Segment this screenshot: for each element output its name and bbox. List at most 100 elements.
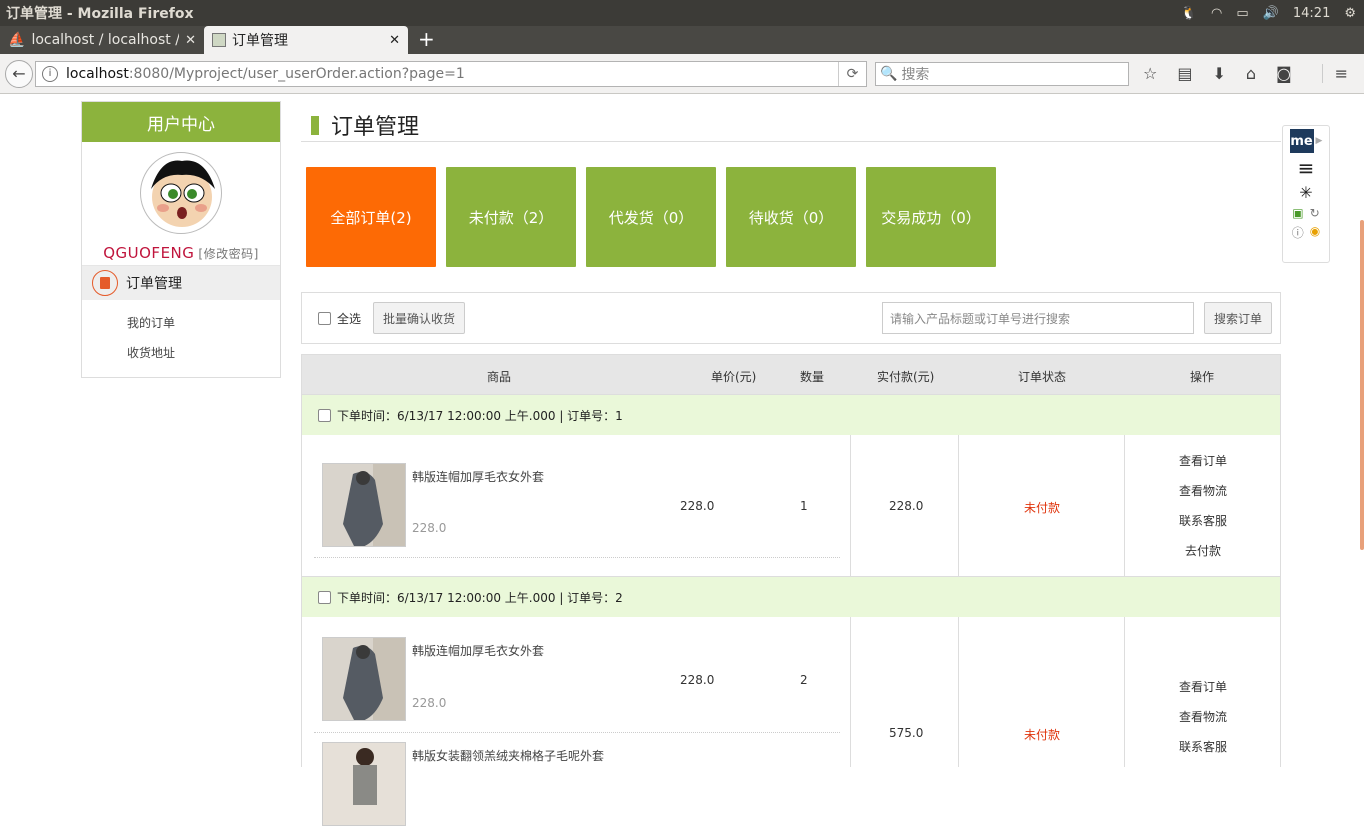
sidebar-section-label: 订单管理 [126,276,182,292]
col-quantity: 数量 [800,370,825,384]
product-name[interactable]: 韩版连帽加厚毛衣女外套 [412,642,544,659]
navigation-toolbar: ← i localhost:8080/Myproject/user_userOr… [0,54,1364,94]
tab-bar: ⛵ localhost / localhost / ✕ 订单管理 ✕ + [0,26,1364,54]
product-name[interactable]: 韩版女装翻领羔绒夹棉格子毛呢外套 [412,747,604,764]
close-tab-icon[interactable]: ✕ [185,33,196,48]
view-order-link[interactable]: 查看订单 [1125,672,1281,702]
os-title-bar: 订单管理 - Mozilla Firefox 🐧 ◠ ▭ 🔊 14:21 ⚙ [0,0,1364,26]
me-extension-icon[interactable]: me [1289,129,1314,153]
contact-service-link[interactable]: 联系客服 [1125,732,1281,762]
reload-icon[interactable]: ⟳ [838,61,866,86]
tab-completed[interactable]: 交易成功（0） [866,167,996,267]
view-logistics-link[interactable]: 查看物流 [1125,702,1281,732]
sidebar-section-orders[interactable]: 订单管理 [82,265,280,300]
paid-amount: 575.0 [889,726,924,740]
download-icon[interactable]: ⬇ [1212,64,1225,83]
refresh-icon[interactable]: ↻ [1310,206,1320,220]
cast-icon[interactable]: ▣ [1292,206,1303,220]
search-placeholder: 搜索 [901,66,930,83]
col-actions: 操作 [1190,370,1215,384]
expand-arrow-icon[interactable]: ▶ [1316,136,1323,146]
title-accent-bar [311,115,319,135]
browser-search-input[interactable]: 🔍 搜索 [875,61,1129,86]
toolbar-icons: ☆ ▤ ⬇ ⌂ ◙ ≡ [1143,64,1348,83]
contact-service-link[interactable]: 联系客服 [1125,506,1281,536]
url-path: :8080/Myproject/user_userOrder.action?pa… [128,65,465,82]
tab-all-orders[interactable]: 全部订单(2) [306,167,436,267]
home-icon[interactable]: ⌂ [1246,64,1256,83]
pocket-icon[interactable]: ◙ [1276,64,1292,83]
product-price: 228.0 [412,521,447,535]
order-checkbox[interactable] [318,590,331,604]
product-name[interactable]: 韩版连帽加厚毛衣女外套 [412,468,544,485]
page-title-row: 订单管理 [301,109,1281,142]
bookmark-star-icon[interactable]: ☆ [1143,64,1157,83]
close-tab-icon[interactable]: ✕ [389,33,400,48]
tab-to-receive[interactable]: 待收货（0） [726,167,856,267]
unit-price: 228.0 [680,673,715,687]
pay-link[interactable]: 去付款 [1125,536,1281,566]
url-host: localhost [66,65,129,82]
paid-amount: 228.0 [889,499,924,513]
table-header: 商品 单价(元) 数量 实付款(元) 订单状态 操作 [301,354,1281,395]
col-unit-price: 单价(元) [711,370,757,384]
sidebar-links: 我的订单 收货地址 [82,300,280,368]
order-header-text: 下单时间：6/13/17 12:00:00 上午.000 | 订单号：2 [337,590,623,605]
product-price: 228.0 [412,696,447,710]
order-header: 下单时间：6/13/17 12:00:00 上午.000 | 订单号：1 [301,395,1281,435]
extension-panel: me ▶ ≡ ✳ ▣ ↻ ⓘ ◉ [1282,125,1330,263]
page-favicon-icon [212,33,226,47]
order-status: 未付款 [1024,728,1061,742]
page-title: 订单管理 [331,115,420,140]
change-password-link[interactable]: [修改密码] [198,247,258,261]
alert-icon[interactable]: ⓘ [1292,224,1304,241]
select-all-checkbox[interactable] [318,311,331,325]
reader-icon[interactable]: ▤ [1177,64,1192,83]
scrollbar-thumb[interactable] [1360,220,1364,550]
view-logistics-link[interactable]: 查看物流 [1125,476,1281,506]
eye-icon[interactable]: ◉ [1310,224,1320,241]
order-search-input[interactable]: 请输入产品标题或订单号进行搜索 [881,302,1194,334]
tab-label: 订单管理 [232,33,288,49]
new-tab-plus-icon[interactable]: + [408,26,445,54]
wand-icon[interactable]: ✳ [1299,183,1312,202]
product-image[interactable] [322,463,406,547]
window-title: 订单管理 - Mozilla Firefox [6,6,194,22]
search-orders-button[interactable]: 搜索订单 [1203,302,1272,334]
sidebar-item-my-orders[interactable]: 我的订单 [127,308,280,338]
hamburger-menu-icon[interactable]: ≡ [1321,64,1348,83]
product-image[interactable] [322,742,406,826]
system-tray: 🐧 ◠ ▭ 🔊 14:21 ⚙ [1181,6,1364,21]
col-status: 订单状态 [1018,370,1067,384]
clock[interactable]: 14:21 [1293,6,1330,21]
url-bar[interactable]: i localhost:8080/Myproject/user_userOrde… [35,60,867,87]
order-checkbox[interactable] [318,408,331,422]
username: QGUOFENG [103,244,195,262]
info-icon[interactable]: i [42,65,58,82]
tab-order-management[interactable]: 订单管理 ✕ [204,26,408,54]
tab-phpmyadmin[interactable]: ⛵ localhost / localhost / ✕ [0,26,204,54]
view-order-link[interactable]: 查看订单 [1125,446,1281,476]
tab-to-ship[interactable]: 代发货（0） [586,167,716,267]
volume-icon[interactable]: 🔊 [1263,6,1279,21]
order-icon [92,270,118,296]
user-center-sidebar: 用户中心 QGUOFENG [修改密码] 订单管理 我的订单 收货地址 [81,101,281,378]
tab-unpaid[interactable]: 未付款（2） [446,167,576,267]
product-image[interactable] [322,637,406,721]
sidebar-item-shipping-address[interactable]: 收货地址 [127,338,280,368]
tux-icon[interactable]: 🐧 [1181,6,1197,21]
col-product: 商品 [487,370,512,384]
page-content: 用户中心 QGUOFENG [修改密码] 订单管理 我的订单 收货地址 订单管理… [0,95,1364,826]
settings-gear-icon[interactable]: ⚙ [1344,6,1356,21]
order-status: 未付款 [1024,501,1061,515]
batch-confirm-button[interactable]: 批量确认收货 [373,302,466,334]
order-actions: 查看订单 查看物流 联系客服 [1125,672,1281,762]
quantity: 2 [800,673,808,687]
unit-price: 228.0 [680,499,715,513]
battery-icon[interactable]: ▭ [1236,6,1248,21]
hamburger-menu-icon[interactable]: ≡ [1298,157,1315,179]
search-icon: 🔍 [880,65,898,82]
back-arrow-icon[interactable]: ← [5,59,33,88]
order-header: 下单时间：6/13/17 12:00:00 上午.000 | 订单号：2 [301,577,1281,617]
wifi-icon[interactable]: ◠ [1211,6,1222,21]
